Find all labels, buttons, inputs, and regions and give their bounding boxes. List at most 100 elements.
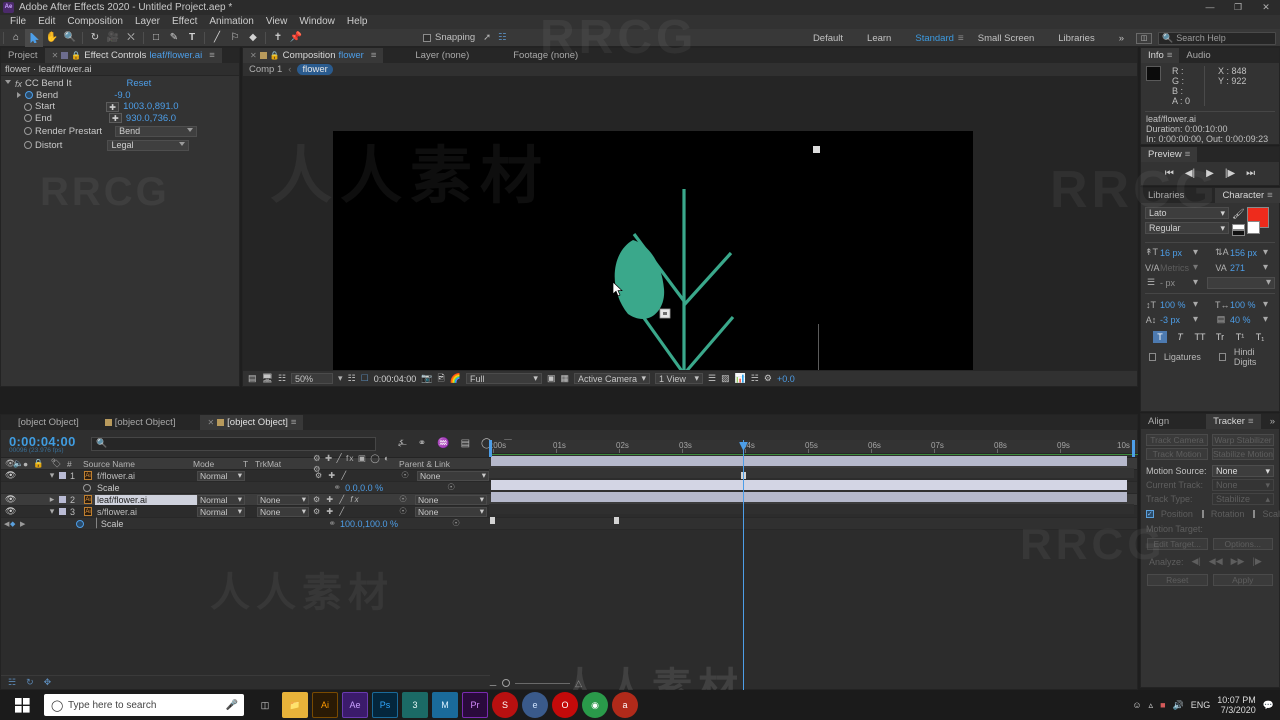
stopwatch-icon[interactable]	[24, 141, 32, 149]
font-size-value[interactable]: 16 px	[1160, 248, 1190, 258]
property-track-1[interactable]	[489, 468, 1134, 478]
render-prestart-dropdown[interactable]: Bend	[115, 125, 198, 137]
chevron-down-icon[interactable]: ▾	[1193, 247, 1198, 258]
menu-layer[interactable]: Layer	[129, 15, 166, 29]
layer-label-color[interactable]	[59, 496, 66, 503]
close-icon[interactable]: ✕	[207, 415, 214, 430]
menu-window[interactable]: Window	[293, 15, 341, 29]
chrome-icon[interactable]: ◉	[582, 692, 608, 718]
scale-checkbox[interactable]	[1253, 510, 1256, 518]
zoom-dropdown[interactable]: 50%	[291, 373, 334, 384]
label-column-icon[interactable]: 🏷	[45, 458, 67, 469]
prev-frame-icon[interactable]: ◀|	[1185, 168, 1195, 179]
baseline-shift-value[interactable]: -3 px	[1160, 315, 1190, 325]
layer-mode-dropdown[interactable]: Normal ▾	[197, 494, 245, 505]
menu-animation[interactable]: Animation	[203, 15, 259, 29]
constrain-proportions-icon[interactable]: ⚭	[334, 482, 342, 493]
stroke-color-swatch[interactable]	[1247, 221, 1260, 234]
analyze-forward-1-icon[interactable]: |▶	[1252, 556, 1261, 567]
property-track-3[interactable]	[489, 504, 1134, 514]
menu-file[interactable]: File	[4, 15, 32, 29]
breadcrumb-comp1[interactable]: Comp 1	[249, 64, 282, 75]
chevron-down-icon[interactable]: ▾	[1263, 314, 1268, 325]
tsume-value[interactable]: 40 %	[1230, 315, 1260, 325]
eraser-tool-icon[interactable]: ◆	[244, 29, 262, 47]
analyze-back-icon[interactable]: ◀◀	[1209, 556, 1223, 567]
eyedropper-icon[interactable]: 🖌	[1232, 209, 1245, 220]
grid-guides-icon[interactable]: ☷	[348, 373, 356, 384]
draft-3d-icon[interactable]: ⚭	[418, 438, 426, 449]
photoshop-icon[interactable]: Ps	[372, 692, 398, 718]
motion-source-dropdown[interactable]: None ▾	[1212, 465, 1274, 477]
chevron-down-icon[interactable]	[5, 80, 11, 87]
vertical-scale-value[interactable]: 100 %	[1160, 300, 1190, 310]
property-value[interactable]: 100.0,100.0 %	[340, 519, 398, 529]
edge-icon[interactable]: e	[522, 692, 548, 718]
workspace-overflow-button[interactable]: »	[1107, 33, 1136, 44]
region-interest-icon[interactable]: ☷	[278, 373, 286, 384]
effect-reset-button[interactable]: Reset	[126, 78, 151, 89]
workspace-standard[interactable]: Standard	[903, 33, 966, 44]
exposure-reset-icon[interactable]: ⚙	[764, 373, 772, 384]
track-motion-button[interactable]: Track Motion	[1146, 448, 1208, 460]
snapping-checkbox[interactable]	[423, 33, 431, 42]
illustrator-icon[interactable]: Ai	[312, 692, 338, 718]
property-distort[interactable]: Distort Legal	[1, 138, 239, 152]
subscript-button[interactable]: T₁	[1253, 331, 1267, 343]
tab-project[interactable]: Project	[1, 48, 45, 63]
tab-composition[interactable]: ✕ 🔒 Composition flower ≡	[243, 48, 384, 63]
3ds-max-icon[interactable]: 3	[402, 692, 428, 718]
hand-tool-icon[interactable]: ✋	[43, 29, 61, 47]
zoom-tool-icon[interactable]: 🔍	[61, 29, 79, 47]
rotation-tool-icon[interactable]: ↻	[86, 29, 104, 47]
last-frame-icon[interactable]: ⏭	[1246, 168, 1255, 179]
tab-align[interactable]: Align	[1141, 414, 1176, 429]
current-time-display[interactable]: 0:00:04:00	[374, 374, 417, 384]
rotation-checkbox[interactable]	[1201, 510, 1204, 518]
zoom-chevron-icon[interactable]: ▾	[338, 373, 343, 384]
tab-info[interactable]: Info ≡	[1141, 48, 1180, 63]
panel-menu-icon[interactable]: ≡	[1267, 188, 1273, 203]
property-bend-value[interactable]: -9.0	[114, 90, 130, 101]
maximize-button[interactable]: ❐	[1224, 0, 1252, 15]
show-snapshot-icon[interactable]: 🖻	[437, 371, 444, 387]
stroke-type-dropdown[interactable]: ▾	[1207, 276, 1275, 289]
point-picker-icon[interactable]: ✚	[108, 113, 122, 124]
snap-grid-icon[interactable]: ☷	[498, 32, 507, 43]
transparency-grid-icon[interactable]: ▦	[560, 373, 569, 384]
file-explorer-icon[interactable]: 📁	[282, 692, 308, 718]
comp-flowchart-icon[interactable]: ☵	[751, 373, 759, 384]
close-icon[interactable]: ✕	[250, 48, 257, 63]
zoom-out-icon[interactable]: ⚊	[489, 678, 497, 689]
hide-shy-layers-icon[interactable]: ♒	[437, 438, 449, 449]
edit-target-button[interactable]: Edit Target...	[1147, 538, 1208, 550]
chevron-down-icon[interactable]: ▾	[1193, 262, 1198, 273]
shape-tool-icon[interactable]: □	[147, 29, 165, 47]
panel-menu-icon[interactable]: ≡	[371, 48, 377, 63]
menu-help[interactable]: Help	[341, 15, 374, 29]
stopwatch-icon[interactable]	[24, 114, 32, 123]
options-button[interactable]: Options...	[1212, 538, 1273, 550]
parent-pick-whip-icon[interactable]: ☉	[447, 482, 455, 493]
tab-flower[interactable]: ✕ [object Object] ≡	[200, 415, 304, 430]
warp-stabilizer-button[interactable]: Warp Stabilizer	[1212, 434, 1274, 446]
panel-menu-icon[interactable]: ≡	[291, 415, 297, 430]
property-start[interactable]: Start ✚ 1003.0,891.0	[1, 101, 239, 113]
parent-pick-whip-icon[interactable]: ☉	[452, 518, 460, 529]
roi-icon[interactable]: ☐	[361, 373, 369, 384]
work-area-start-handle[interactable]	[489, 440, 492, 457]
point-picker-icon[interactable]: ✚	[106, 101, 120, 112]
chevron-right-icon[interactable]: ▸	[45, 494, 59, 505]
region-of-interest-icon[interactable]: ▣	[547, 373, 556, 384]
play-icon[interactable]: ▶	[1206, 168, 1214, 179]
property-bend[interactable]: Bend -9.0	[1, 90, 239, 102]
frame-blending-icon[interactable]: ▤	[461, 438, 470, 449]
time-ruler[interactable]: :00s 01s 02s 03s 04s 05s 06s 07s 08s 09s…	[489, 440, 1138, 454]
tab-render-queue[interactable]: [object Object]	[11, 415, 86, 430]
panel-menu-icon[interactable]: ≡	[1248, 414, 1254, 429]
stabilize-motion-button[interactable]: Stabilize Motion	[1212, 448, 1274, 460]
playhead-line[interactable]	[743, 440, 744, 690]
workspace-small-screen[interactable]: Small Screen	[966, 33, 1047, 44]
chevron-down-icon[interactable]: ▾	[1193, 314, 1198, 325]
stopwatch-icon[interactable]	[24, 127, 32, 135]
